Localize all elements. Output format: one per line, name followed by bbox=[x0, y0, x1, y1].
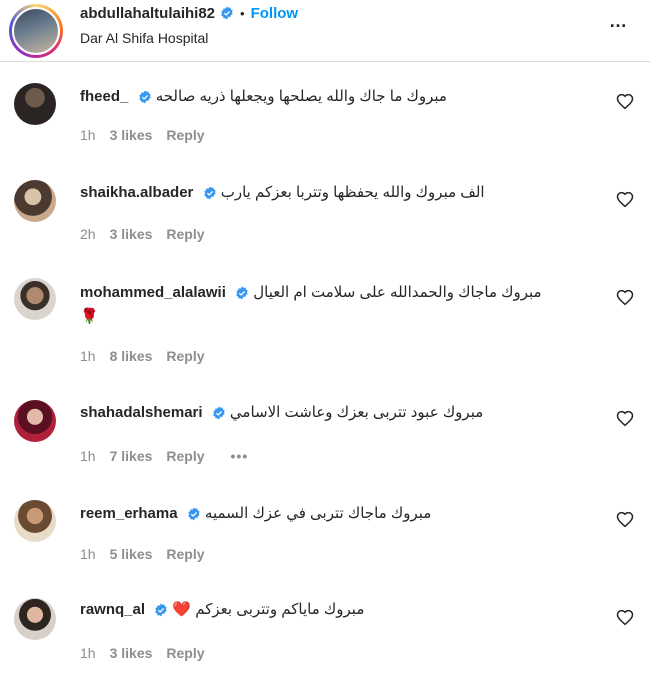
commenter-avatar[interactable] bbox=[14, 278, 56, 320]
comment-likes[interactable]: 3 likes bbox=[110, 645, 153, 661]
comment-time[interactable]: 2h bbox=[80, 226, 96, 242]
comment-likes[interactable]: 8 likes bbox=[110, 348, 153, 364]
comment-likes[interactable]: 3 likes bbox=[110, 127, 153, 143]
commenter-avatar[interactable] bbox=[14, 500, 56, 542]
post-header: abdullahaltulaihi82 • Follow Dar Al Shif… bbox=[0, 0, 650, 62]
like-heart-icon[interactable] bbox=[616, 511, 634, 529]
comment-body: مبروك ماياكم وتتربى بعزكم ❤️ bbox=[172, 601, 365, 618]
comment-options-icon[interactable]: ••• bbox=[231, 448, 249, 464]
comment-body: مبروك ماجاك تتربى في عزك السميه bbox=[204, 505, 432, 522]
story-ring[interactable] bbox=[9, 4, 63, 58]
like-heart-icon[interactable] bbox=[616, 410, 634, 428]
reply-button[interactable]: Reply bbox=[166, 448, 204, 464]
commenter-avatar[interactable] bbox=[14, 180, 56, 222]
verified-badge-icon bbox=[213, 406, 225, 420]
verified-badge-icon bbox=[221, 6, 233, 20]
more-options-icon[interactable]: … bbox=[609, 11, 628, 32]
verified-badge-icon bbox=[188, 507, 200, 521]
comment-likes[interactable]: 7 likes bbox=[110, 448, 153, 464]
location-link[interactable]: Dar Al Shifa Hospital bbox=[80, 30, 208, 46]
like-heart-icon[interactable] bbox=[616, 93, 634, 111]
comment-time[interactable]: 1h bbox=[80, 645, 96, 661]
like-heart-icon[interactable] bbox=[616, 191, 634, 209]
comment-time[interactable]: 1h bbox=[80, 348, 96, 364]
comment-username[interactable]: shaikha.albader bbox=[80, 184, 193, 201]
author-row: abdullahaltulaihi82 • Follow bbox=[80, 3, 298, 23]
comment-username[interactable]: reem_erhama bbox=[80, 505, 178, 522]
like-heart-icon[interactable] bbox=[616, 609, 634, 627]
comment-text: rawnq_al مبروك ماياكم وتتربى بعزكم ❤️ bbox=[80, 598, 560, 622]
comment-username[interactable]: rawnq_al bbox=[80, 601, 145, 618]
author-username[interactable]: abdullahaltulaihi82 bbox=[80, 5, 215, 22]
comment-text: shahadalshemari مبروك عبود تتربى بعزك وع… bbox=[80, 401, 560, 425]
commenter-avatar[interactable] bbox=[14, 83, 56, 125]
reply-button[interactable]: Reply bbox=[166, 546, 204, 562]
comment-username[interactable]: shahadalshemari bbox=[80, 404, 203, 421]
verified-badge-icon bbox=[203, 186, 216, 200]
comment-text: mohammed_alalawii مبروك ماجاك والحمدالله… bbox=[80, 281, 560, 329]
comment-text: shaikha.albader الف مبروك والله يحفظها و… bbox=[80, 181, 560, 205]
comment-time[interactable]: 1h bbox=[80, 448, 96, 464]
verified-badge-icon bbox=[138, 90, 151, 104]
comment-text: reem_erhama مبروك ماجاك تتربى في عزك الس… bbox=[80, 502, 560, 526]
comment-meta: 1h 3 likes Reply bbox=[80, 645, 219, 661]
comment-meta: 1h 8 likes Reply bbox=[80, 348, 219, 364]
comment-likes[interactable]: 3 likes bbox=[110, 226, 153, 242]
comment-meta: 1h 5 likes Reply bbox=[80, 546, 219, 562]
comment-username[interactable]: fheed_ bbox=[80, 88, 128, 105]
reply-button[interactable]: Reply bbox=[166, 127, 204, 143]
comment-username[interactable]: mohammed_alalawii bbox=[80, 284, 226, 301]
verified-badge-icon bbox=[236, 286, 248, 300]
verified-badge-icon bbox=[155, 603, 167, 617]
like-heart-icon[interactable] bbox=[616, 289, 634, 307]
comment-meta: 1h 7 likes Reply ••• bbox=[80, 448, 262, 464]
follow-button[interactable]: Follow bbox=[251, 5, 299, 22]
reply-button[interactable]: Reply bbox=[166, 645, 204, 661]
reply-button[interactable]: Reply bbox=[166, 348, 204, 364]
comment-likes[interactable]: 5 likes bbox=[110, 546, 153, 562]
comment-time[interactable]: 1h bbox=[80, 127, 96, 143]
comment-text: fheed_ مبروك ما جاك والله يصلحها ويجعلها… bbox=[80, 85, 560, 109]
comment-body: مبروك عبود تتربى بعزك وعاشت الاسامي bbox=[229, 404, 484, 421]
comment-meta: 1h 3 likes Reply bbox=[80, 127, 219, 143]
commenter-avatar[interactable] bbox=[14, 400, 56, 442]
comment-time[interactable]: 1h bbox=[80, 546, 96, 562]
reply-button[interactable]: Reply bbox=[166, 226, 204, 242]
commenter-avatar[interactable] bbox=[14, 598, 56, 640]
comment-body: الف مبروك والله يحفظها وتتربا بعزكم يارب bbox=[220, 184, 485, 201]
separator-dot: • bbox=[240, 5, 245, 21]
comment-body: مبروك ما جاك والله يصلحها ويجعلها ذريه ص… bbox=[155, 88, 447, 105]
author-avatar[interactable] bbox=[12, 7, 60, 55]
comment-meta: 2h 3 likes Reply bbox=[80, 226, 219, 242]
